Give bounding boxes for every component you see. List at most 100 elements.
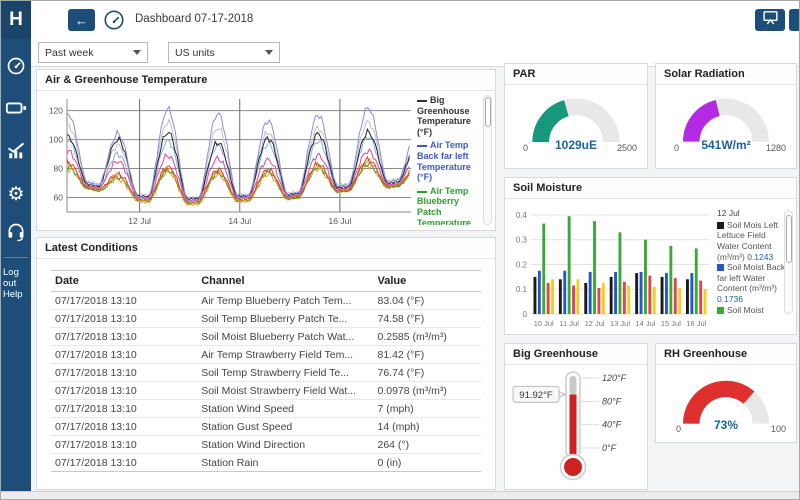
dashboard-page-icon xyxy=(103,9,125,31)
svg-text:60: 60 xyxy=(54,193,64,203)
big-greenhouse-panel: Big Greenhouse 120°F 80°F 40°F 0°F 91.92°F xyxy=(504,343,648,490)
legend-entry[interactable]: Air Temp Back far left Temperature (°F) xyxy=(417,140,483,182)
legend-scrollbar[interactable] xyxy=(483,95,492,225)
tooltip-scrollbar[interactable] xyxy=(784,210,793,314)
chevron-down-icon xyxy=(133,50,141,55)
column-header-channel[interactable]: Channel xyxy=(197,270,374,292)
settings-gear-icon: ⚙ xyxy=(7,183,25,205)
svg-text:11 Jul: 11 Jul xyxy=(559,319,579,328)
sidebar-item-settings[interactable]: ⚙ xyxy=(1,182,31,206)
rh-greenhouse-gauge[interactable]: 73% 0 100 xyxy=(662,368,790,440)
series-swatch xyxy=(717,264,724,272)
svg-text:0.4: 0.4 xyxy=(516,211,528,220)
page-title: Dashboard 07-17-2018 xyxy=(135,13,254,25)
table-row: 07/17/2018 13:10 Air Temp Strawberry Fiel… xyxy=(51,345,481,364)
svg-text:16 Jul: 16 Jul xyxy=(329,216,352,226)
table-row: 07/17/2018 13:10 Air Temp Blueberry Patch… xyxy=(51,291,481,310)
chevron-down-icon xyxy=(265,50,273,55)
sidebar-item-dashboard[interactable] xyxy=(1,56,31,80)
panel-title: Soil Moisture xyxy=(505,178,796,199)
column-header-value[interactable]: Value xyxy=(373,270,481,292)
back-button[interactable]: ← xyxy=(68,9,95,31)
presentation-button[interactable] xyxy=(755,9,785,31)
gauge-max-label: 1280 xyxy=(765,143,786,153)
top-bar: ← Dashboard 07-17-2018 xyxy=(31,1,799,39)
gauge-max-label: 2500 xyxy=(616,143,637,153)
svg-text:0: 0 xyxy=(523,310,528,319)
svg-text:80°F: 80°F xyxy=(602,396,622,406)
soil-moisture-panel: Soil Moisture 0 0.1 0.2 0.3 0.4 10 Jul 11 Jul 1… xyxy=(504,177,797,335)
tooltip-entry: Soil Mois Left Lettuce Field Water Conte… xyxy=(717,219,779,262)
temperature-legend: Big Greenhouse Temperature (°F) Air Temp … xyxy=(417,95,483,225)
presentation-screen-icon xyxy=(762,9,779,31)
gauge-min-label: 0 xyxy=(523,143,529,153)
legend-swatch xyxy=(417,190,427,193)
panel-title: Latest Conditions xyxy=(37,238,495,259)
temperature-panel: Air & Greenhouse Temperature 60 80 100 120 1… xyxy=(36,69,496,231)
svg-text:0.2: 0.2 xyxy=(516,260,528,269)
svg-text:16 Jul: 16 Jul xyxy=(686,319,706,328)
table-row: 07/17/2018 13:10 Soil Temp Strawberry Fie… xyxy=(51,363,481,382)
time-range-select[interactable]: Past week xyxy=(38,42,148,63)
series-swatch xyxy=(717,221,724,229)
column-header-date[interactable]: Date xyxy=(51,270,198,292)
panel-title: Big Greenhouse xyxy=(505,344,647,365)
sidebar-item-support[interactable] xyxy=(1,222,31,246)
svg-text:15 Jul: 15 Jul xyxy=(661,319,681,328)
svg-text:14 Jul: 14 Jul xyxy=(228,216,251,226)
big-greenhouse-thermometer[interactable]: 120°F 80°F 40°F 0°F 91.92°F xyxy=(507,366,647,489)
units-value: US units xyxy=(175,46,215,59)
tools-menu-button[interactable] xyxy=(789,9,799,31)
table-row: 07/17/2018 13:10 Station Gust Speed 14 (mp… xyxy=(51,417,481,436)
gauge-min-label: 0 xyxy=(674,143,680,153)
svg-text:120: 120 xyxy=(49,106,63,116)
series-swatch xyxy=(717,306,724,314)
units-select[interactable]: US units xyxy=(168,42,280,63)
dashboard-gauge-icon xyxy=(6,56,26,81)
wrench-icon xyxy=(795,10,799,30)
panel-title: PAR xyxy=(505,64,647,85)
support-headset-icon xyxy=(6,222,26,247)
legend-swatch xyxy=(417,99,427,102)
legend-entry[interactable]: Big Greenhouse Temperature (°F) xyxy=(417,95,483,137)
soil-moisture-bar-chart[interactable]: 0 0.1 0.2 0.3 0.4 10 Jul 11 Jul 12 Jul 13 Jul 14 … xyxy=(509,204,711,332)
sidebar: H ⚙ Log out Help xyxy=(1,1,31,493)
solar-radiation-gauge[interactable]: 541W/m² 0 1280 xyxy=(662,88,790,166)
table-row: 07/17/2018 13:10 Station Rain 0 (in) xyxy=(51,453,481,472)
tooltip-date: 12 Jul xyxy=(717,208,740,218)
help-link[interactable]: Help xyxy=(3,289,31,300)
arrow-left-icon: ← xyxy=(75,12,88,28)
legend-entry[interactable]: Air Temp Blueberry Patch Temperature (°F… xyxy=(417,186,483,225)
svg-text:12 Jul: 12 Jul xyxy=(585,319,605,328)
logout-link[interactable]: Log out xyxy=(3,267,31,289)
panel-title: Air & Greenhouse Temperature xyxy=(37,70,495,91)
panel-title: RH Greenhouse xyxy=(656,344,796,365)
rh-greenhouse-panel: RH Greenhouse 73% 0 100 xyxy=(655,343,797,443)
gauge-min-label: 0 xyxy=(676,424,682,434)
scrollbar-thumb[interactable] xyxy=(785,215,792,263)
table-row: 07/17/2018 13:10 Soil Moist Strawberry Fi… xyxy=(51,381,481,400)
svg-text:10 Jul: 10 Jul xyxy=(534,319,554,328)
svg-text:0.1: 0.1 xyxy=(516,285,528,294)
content-area: Air & Greenhouse Temperature 60 80 100 120 1… xyxy=(31,63,799,491)
par-panel: PAR 1029uE 0 2500 xyxy=(504,63,648,169)
gauge-max-label: 100 xyxy=(770,424,786,434)
conditions-table: Date Channel Value 07/17/2018 13:10 Air T… xyxy=(51,270,481,472)
par-gauge[interactable]: 1029uE 0 2500 xyxy=(511,88,641,166)
time-range-value: Past week xyxy=(45,46,94,59)
svg-text:14 Jul: 14 Jul xyxy=(635,319,655,328)
soil-moisture-tooltip: 12 Jul Soil Mois Left Lettuce Field Water… xyxy=(717,208,787,328)
svg-text:80: 80 xyxy=(54,164,64,174)
legend-swatch xyxy=(417,145,427,148)
sidebar-item-devices[interactable] xyxy=(1,98,31,122)
app-window: H ⚙ Log out Help ← Dashboard 07-17-2018 … xyxy=(0,0,800,500)
latest-conditions-body: 07/17/2018 13:10 Air Temp Blueberry Patch… xyxy=(51,291,481,472)
temperature-line-chart[interactable]: 60 80 100 120 12 Jul 14 Jul 16 Jul xyxy=(41,94,413,228)
svg-text:40°F: 40°F xyxy=(602,420,622,430)
sidebar-item-channels[interactable] xyxy=(1,140,31,164)
svg-text:13 Jul: 13 Jul xyxy=(610,319,630,328)
scrollbar-thumb[interactable] xyxy=(484,97,491,127)
table-header-row: Date Channel Value xyxy=(51,270,481,292)
window-bottom-edge xyxy=(1,491,799,499)
sidebar-divider xyxy=(4,257,28,258)
